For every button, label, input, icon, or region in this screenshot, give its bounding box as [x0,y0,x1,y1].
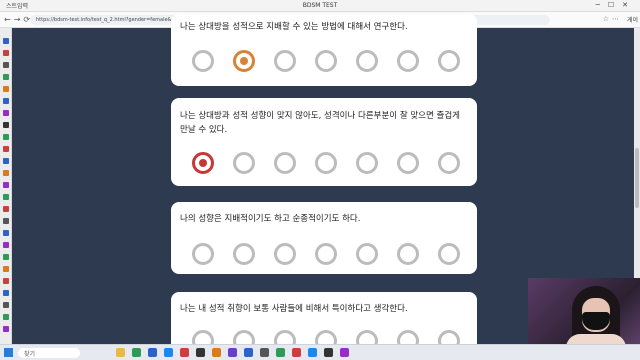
question-card: 나는 상대방과 성적 성향이 맞지 않아도, 성격이나 다른부분이 잘 맞으면 … [171,98,477,186]
answer-options [192,243,462,265]
answer-radio[interactable] [438,50,460,72]
answer-radio[interactable] [233,152,255,174]
sidebar-app-icon[interactable] [3,158,9,164]
sidebar-app-icon[interactable] [3,302,9,308]
answer-radio[interactable] [192,50,214,72]
taskbar-app-icon[interactable] [228,348,237,357]
answer-radio[interactable] [192,243,214,265]
scrollbar-thumb[interactable] [635,148,639,208]
left-sidebar [0,28,12,344]
os-taskbar: 찾기 [0,344,640,360]
sidebar-app-icon[interactable] [3,194,9,200]
window-title: BDSM TEST [302,2,338,9]
sidebar-app-icon[interactable] [3,230,9,236]
answer-radio[interactable] [356,243,378,265]
taskbar-app-icon[interactable] [340,348,349,357]
sidebar-app-icon[interactable] [3,278,9,284]
taskbar-app-icon[interactable] [212,348,221,357]
answer-radio[interactable] [397,243,419,265]
answer-radio[interactable] [274,243,296,265]
answer-radio[interactable] [315,152,337,174]
answer-options [192,152,462,174]
toolbar-icons[interactable]: ☆⋯ [603,15,622,23]
answer-radio[interactable] [315,243,337,265]
taskbar-app-icon[interactable] [116,348,125,357]
profile-button[interactable]: 게이 [627,15,638,24]
sidebar-app-icon[interactable] [3,86,9,92]
sidebar-app-icon[interactable] [3,50,9,56]
sidebar-app-icon[interactable] [3,74,9,80]
sidebar-app-icon[interactable] [3,242,9,248]
question-text: 나의 성향은 지배적이기도 하고 순종적이기도 하다. [180,214,361,224]
taskbar-app-icon[interactable] [308,348,317,357]
taskbar-app-icon[interactable] [148,348,157,357]
answer-radio[interactable] [356,50,378,72]
answer-radio[interactable] [356,152,378,174]
window-controls[interactable]: ─☐✕ [596,1,636,9]
answer-radio[interactable] [438,152,460,174]
sidebar-app-icon[interactable] [3,38,9,44]
sidebar-app-icon[interactable] [3,326,9,332]
back-forward-refresh-icons[interactable]: ←→⟳ [4,15,33,24]
answer-radio[interactable] [274,152,296,174]
taskbar-app-icon[interactable] [276,348,285,357]
sidebar-app-icon[interactable] [3,134,9,140]
answer-radio-selected[interactable] [233,50,255,72]
sidebar-app-icon[interactable] [3,266,9,272]
answer-options [192,50,462,72]
question-text: 나는 상대방을 성적으로 지배할 수 있는 방법에 대해서 연구한다. [180,22,408,32]
answer-radio[interactable] [315,50,337,72]
sidebar-app-icon[interactable] [3,170,9,176]
sidebar-app-icon[interactable] [3,206,9,212]
taskbar-app-icon[interactable] [292,348,301,357]
taskbar-search-input[interactable]: 찾기 [18,348,80,358]
sidebar-app-icon[interactable] [3,254,9,260]
window-titlebar: 스트입력 BDSM TEST ─☐✕ [0,0,640,12]
sidebar-app-icon[interactable] [3,314,9,320]
answer-radio[interactable] [397,152,419,174]
sidebar-app-icon[interactable] [3,218,9,224]
answer-radio[interactable] [274,50,296,72]
taskbar-app-icon[interactable] [324,348,333,357]
sidebar-app-icon[interactable] [3,98,9,104]
taskbar-app-icon[interactable] [260,348,269,357]
sidebar-app-icon[interactable] [3,290,9,296]
taskbar-app-icon[interactable] [196,348,205,357]
question-card: 나의 성향은 지배적이기도 하고 순종적이기도 하다. [171,202,477,274]
answer-radio[interactable] [397,50,419,72]
answer-radio[interactable] [438,243,460,265]
sidebar-app-icon[interactable] [3,146,9,152]
sidebar-app-icon[interactable] [3,62,9,68]
taskbar-app-icon[interactable] [164,348,173,357]
question-text: 나는 내 성적 취향이 보통 사람들에 비해서 특이하다고 생각한다. [180,304,408,314]
sidebar-app-icon[interactable] [3,182,9,188]
taskbar-app-icon[interactable] [244,348,253,357]
question-text: 나는 상대방과 성적 성향이 맞지 않아도, 성격이나 다른부분이 잘 맞으면 … [180,111,460,135]
sidebar-app-icon[interactable] [3,122,9,128]
answer-radio-selected[interactable] [192,152,214,174]
answer-radio[interactable] [233,243,255,265]
sidebar-app-icon[interactable] [3,110,9,116]
taskbar-app-icon[interactable] [180,348,189,357]
windows-start-icon[interactable] [4,348,13,357]
taskbar-app-icon[interactable] [132,348,141,357]
question-card: 나는 상대방을 성적으로 지배할 수 있는 방법에 대해서 연구한다. [171,14,477,86]
